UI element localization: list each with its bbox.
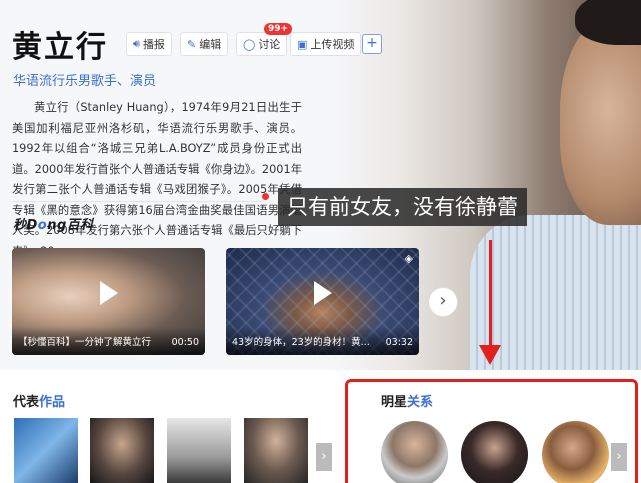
- chat-bubble-icon: ◯: [243, 37, 256, 51]
- relations-title-blue: 关系: [407, 395, 434, 410]
- relation-avatar[interactable]: [461, 421, 528, 483]
- relations-title-plain: 明星: [381, 395, 408, 410]
- work-thumbnail[interactable]: [167, 418, 231, 483]
- works-next-button[interactable]: ›: [316, 443, 332, 471]
- discuss-label: 讨论: [258, 38, 281, 51]
- relations-section-title: 明星关系: [381, 391, 433, 410]
- annotation-arrow-line: [489, 240, 492, 350]
- edit-button[interactable]: ✎ 编辑: [180, 32, 229, 56]
- summary-divider: [12, 201, 262, 202]
- video-camera-icon: ▣: [297, 37, 308, 51]
- upload-video-label: 上传视频: [310, 38, 355, 51]
- overlay-caption: 只有前女友，没有徐静蕾: [278, 188, 527, 226]
- play-icon: [99, 280, 118, 305]
- layers-icon: ◈: [404, 252, 413, 265]
- video-title: 43岁的身体，23岁的身材！黄...: [232, 337, 370, 348]
- video-card[interactable]: ◈ 43岁的身体，23岁的身材！黄... 03:32: [226, 248, 419, 355]
- photo-face: [560, 15, 641, 225]
- upload-video-button[interactable]: ▣ 上传视频: [290, 32, 362, 56]
- summary-paragraph: 黄立行（Stanley Huang），1974年9月21日出生于美国加利福尼亚州…: [12, 98, 302, 262]
- works-title-blue: 作品: [39, 395, 66, 410]
- add-button[interactable]: +: [362, 34, 382, 54]
- video-title: 【秒懂百科】一分钟了解黄立行: [18, 337, 152, 348]
- play-audio-label: 播报: [142, 38, 165, 51]
- video-card[interactable]: 【秒懂百科】一分钟了解黄立行 00:50: [12, 248, 205, 355]
- discuss-count-badge: 99+: [264, 23, 293, 35]
- video-duration: 03:32: [385, 337, 413, 348]
- relation-avatar[interactable]: [542, 421, 609, 483]
- play-audio-button[interactable]: 🔊︎ 播报: [126, 32, 172, 56]
- work-thumbnail[interactable]: [244, 418, 308, 483]
- video-info-bar: 【秒懂百科】一分钟了解黄立行 00:50: [12, 327, 205, 355]
- play-icon: [313, 280, 332, 305]
- miaodong-baike-logo: 秒Dong百科: [13, 218, 94, 233]
- pencil-icon: ✎: [187, 37, 197, 51]
- page-title: 黄立行: [12, 30, 108, 65]
- edit-label: 编辑: [199, 38, 222, 51]
- chevron-right-icon: ›: [439, 290, 447, 311]
- next-video-button[interactable]: ›: [428, 287, 458, 317]
- works-title-plain: 代表: [13, 395, 40, 410]
- red-dot-marker: [262, 193, 269, 200]
- video-duration: 00:50: [171, 337, 199, 348]
- relation-avatar[interactable]: [381, 421, 448, 483]
- summary-text: 黄立行（Stanley Huang），1974年9月21日出生于美国加利福尼亚州…: [12, 101, 302, 258]
- speaker-icon: 🔊︎: [133, 37, 140, 50]
- video-info-bar: 43岁的身体，23岁的身材！黄... 03:32: [226, 327, 419, 355]
- works-section-title: 代表作品: [13, 391, 65, 410]
- annotation-arrow-head: [479, 345, 501, 365]
- work-thumbnail[interactable]: [90, 418, 154, 483]
- relations-next-button[interactable]: ›: [611, 443, 627, 471]
- page-subtitle: 华语流行乐男歌手、演员: [13, 74, 157, 89]
- work-thumbnail[interactable]: [14, 418, 78, 483]
- discuss-button[interactable]: ◯ 讨论: [236, 32, 288, 56]
